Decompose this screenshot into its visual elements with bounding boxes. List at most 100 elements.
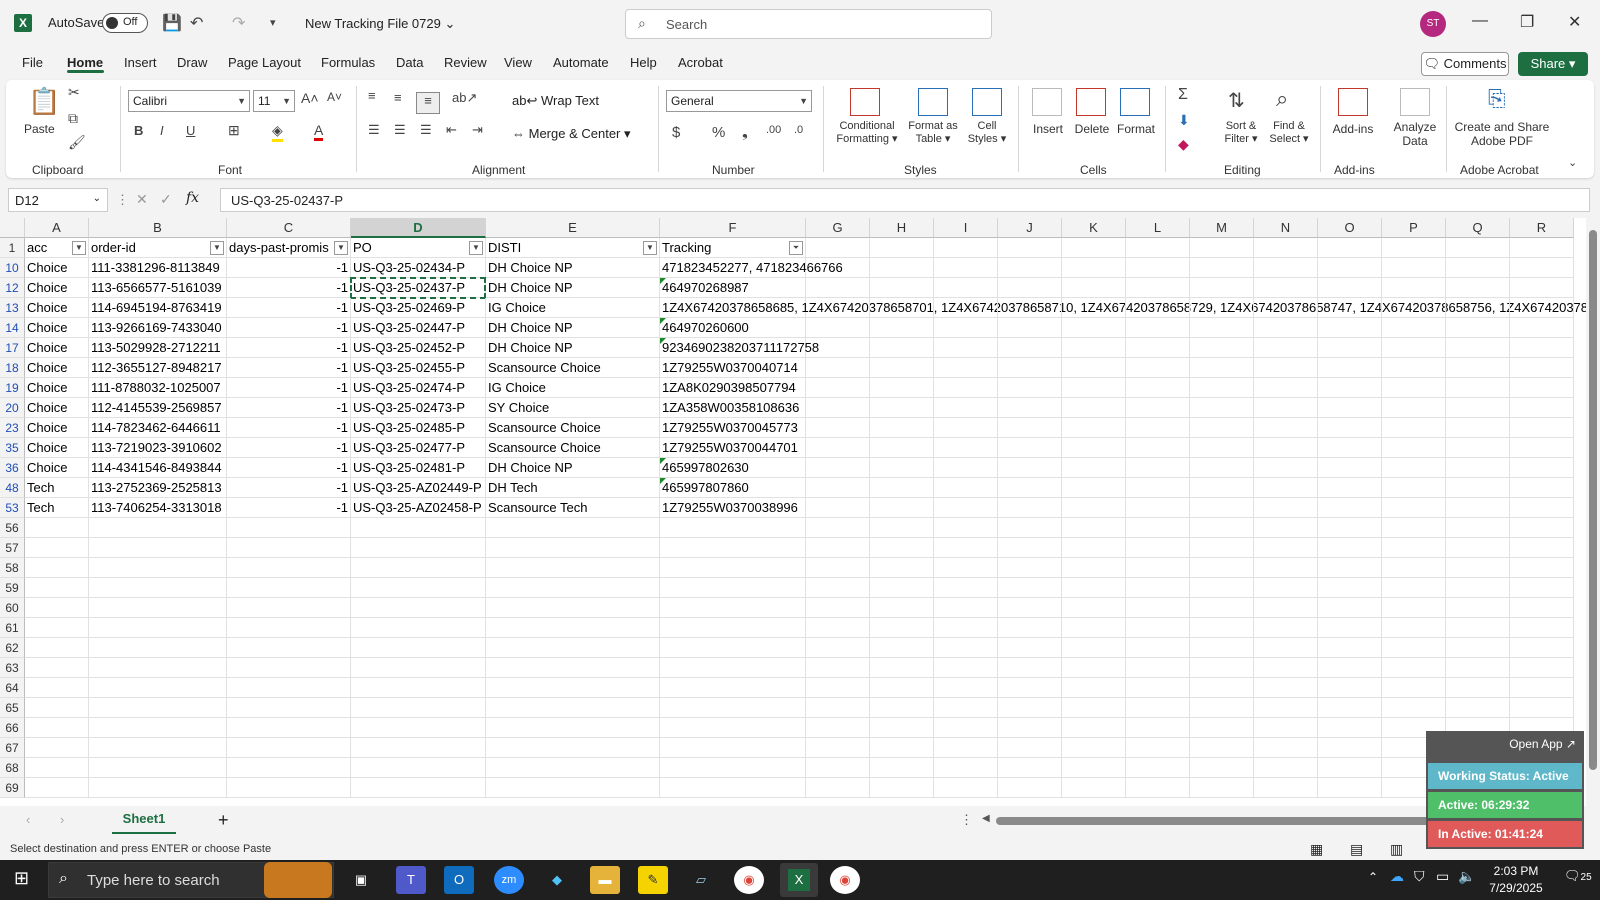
cell-acc[interactable]: Choice: [25, 338, 89, 358]
cell-acc[interactable]: Choice: [25, 358, 89, 378]
empty-cell[interactable]: [89, 538, 227, 558]
cell-po[interactable]: US-Q3-25-02485-P: [351, 418, 486, 438]
empty-cell[interactable]: [486, 698, 660, 718]
cell-tracking[interactable]: 464970268987: [660, 278, 806, 298]
header-cell-po[interactable]: PO: [351, 238, 486, 258]
empty-cell[interactable]: [806, 538, 870, 558]
row-header[interactable]: 68: [0, 758, 25, 778]
fill-color-icon[interactable]: ◈: [272, 122, 283, 142]
empty-cell[interactable]: [1510, 578, 1574, 598]
empty-cell[interactable]: [1382, 418, 1446, 438]
empty-cell[interactable]: [934, 698, 998, 718]
empty-cell[interactable]: [1446, 598, 1510, 618]
empty-cell[interactable]: [1318, 738, 1382, 758]
empty-cell[interactable]: [934, 238, 998, 258]
empty-cell[interactable]: [227, 518, 351, 538]
empty-cell[interactable]: [1190, 438, 1254, 458]
empty-cell[interactable]: [351, 638, 486, 658]
empty-cell[interactable]: [806, 498, 870, 518]
empty-cell[interactable]: [870, 778, 934, 798]
merge-center-button[interactable]: ⇔ Merge & Center ▾: [512, 126, 631, 142]
empty-cell[interactable]: [934, 618, 998, 638]
empty-cell[interactable]: [1510, 658, 1574, 678]
empty-cell[interactable]: [1318, 538, 1382, 558]
empty-cell[interactable]: [1318, 318, 1382, 338]
empty-cell[interactable]: [934, 518, 998, 538]
empty-cell[interactable]: [1382, 278, 1446, 298]
empty-cell[interactable]: [1126, 638, 1190, 658]
percent-icon[interactable]: %: [712, 124, 725, 141]
empty-cell[interactable]: [806, 398, 870, 418]
empty-cell[interactable]: [1062, 738, 1126, 758]
empty-cell[interactable]: [227, 638, 351, 658]
increase-decimal-icon[interactable]: .00: [766, 124, 781, 136]
empty-cell[interactable]: [89, 718, 227, 738]
empty-cell[interactable]: [998, 738, 1062, 758]
empty-cell[interactable]: [998, 578, 1062, 598]
cell-days[interactable]: -1: [227, 398, 351, 418]
row-header[interactable]: 20: [0, 398, 25, 418]
empty-cell[interactable]: [870, 578, 934, 598]
empty-cell[interactable]: [1254, 398, 1318, 418]
clear-icon[interactable]: ◆: [1178, 136, 1189, 153]
empty-cell[interactable]: [660, 518, 806, 538]
empty-cell[interactable]: [998, 378, 1062, 398]
empty-cell[interactable]: [870, 378, 934, 398]
row-header[interactable]: 64: [0, 678, 25, 698]
create-share-pdf-button[interactable]: Create and Share Adobe PDF: [1452, 120, 1552, 148]
empty-cell[interactable]: [1126, 678, 1190, 698]
empty-cell[interactable]: [806, 758, 870, 778]
save-icon[interactable]: 💾: [162, 13, 182, 33]
empty-cell[interactable]: [1126, 618, 1190, 638]
empty-cell[interactable]: [1190, 398, 1254, 418]
italic-icon[interactable]: I: [160, 123, 164, 138]
empty-cell[interactable]: [89, 598, 227, 618]
empty-cell[interactable]: [1382, 518, 1446, 538]
empty-cell[interactable]: [1510, 538, 1574, 558]
align-top-icon[interactable]: ≡: [368, 88, 376, 103]
align-bottom-icon[interactable]: ≡: [416, 92, 440, 114]
column-header-i[interactable]: I: [934, 218, 998, 238]
empty-cell[interactable]: [486, 538, 660, 558]
filter-active-icon[interactable]: ⏷: [789, 241, 803, 255]
empty-cell[interactable]: [1510, 558, 1574, 578]
currency-icon[interactable]: $: [672, 124, 680, 141]
empty-cell[interactable]: [1254, 498, 1318, 518]
empty-cell[interactable]: [934, 378, 998, 398]
empty-cell[interactable]: [227, 718, 351, 738]
empty-cell[interactable]: [1062, 758, 1126, 778]
empty-cell[interactable]: [998, 238, 1062, 258]
empty-cell[interactable]: [870, 518, 934, 538]
empty-cell[interactable]: [870, 738, 934, 758]
row-header[interactable]: 66: [0, 718, 25, 738]
chrome-icon[interactable]: ◉: [734, 866, 764, 894]
comma-style-icon[interactable]: ❟: [742, 124, 748, 141]
empty-cell[interactable]: [870, 598, 934, 618]
header-cell-tracking[interactable]: Tracking: [660, 238, 806, 258]
empty-cell[interactable]: [998, 278, 1062, 298]
tab-acrobat[interactable]: Acrobat: [678, 55, 723, 70]
empty-cell[interactable]: [1062, 438, 1126, 458]
cell-order[interactable]: 113-7219023-3910602: [89, 438, 227, 458]
empty-cell[interactable]: [1062, 698, 1126, 718]
empty-cell[interactable]: [1254, 578, 1318, 598]
filter-dropdown-icon[interactable]: ▼: [210, 241, 224, 255]
empty-cell[interactable]: [1126, 498, 1190, 518]
cell-acc[interactable]: Choice: [25, 378, 89, 398]
cell-days[interactable]: -1: [227, 378, 351, 398]
column-header-g[interactable]: G: [806, 218, 870, 238]
empty-cell[interactable]: [998, 698, 1062, 718]
empty-cell[interactable]: [806, 438, 870, 458]
empty-cell[interactable]: [1510, 698, 1574, 718]
empty-cell[interactable]: [806, 458, 870, 478]
find-select-button[interactable]: Find & Select ▾: [1264, 120, 1314, 145]
empty-cell[interactable]: [89, 738, 227, 758]
empty-cell[interactable]: [660, 778, 806, 798]
prev-sheet-icon[interactable]: ‹: [26, 812, 30, 827]
sheet-options-icon[interactable]: ⋮: [960, 812, 973, 828]
empty-cell[interactable]: [1062, 318, 1126, 338]
empty-cell[interactable]: [1382, 238, 1446, 258]
empty-cell[interactable]: [1446, 398, 1510, 418]
empty-cell[interactable]: [1318, 718, 1382, 738]
empty-cell[interactable]: [870, 278, 934, 298]
